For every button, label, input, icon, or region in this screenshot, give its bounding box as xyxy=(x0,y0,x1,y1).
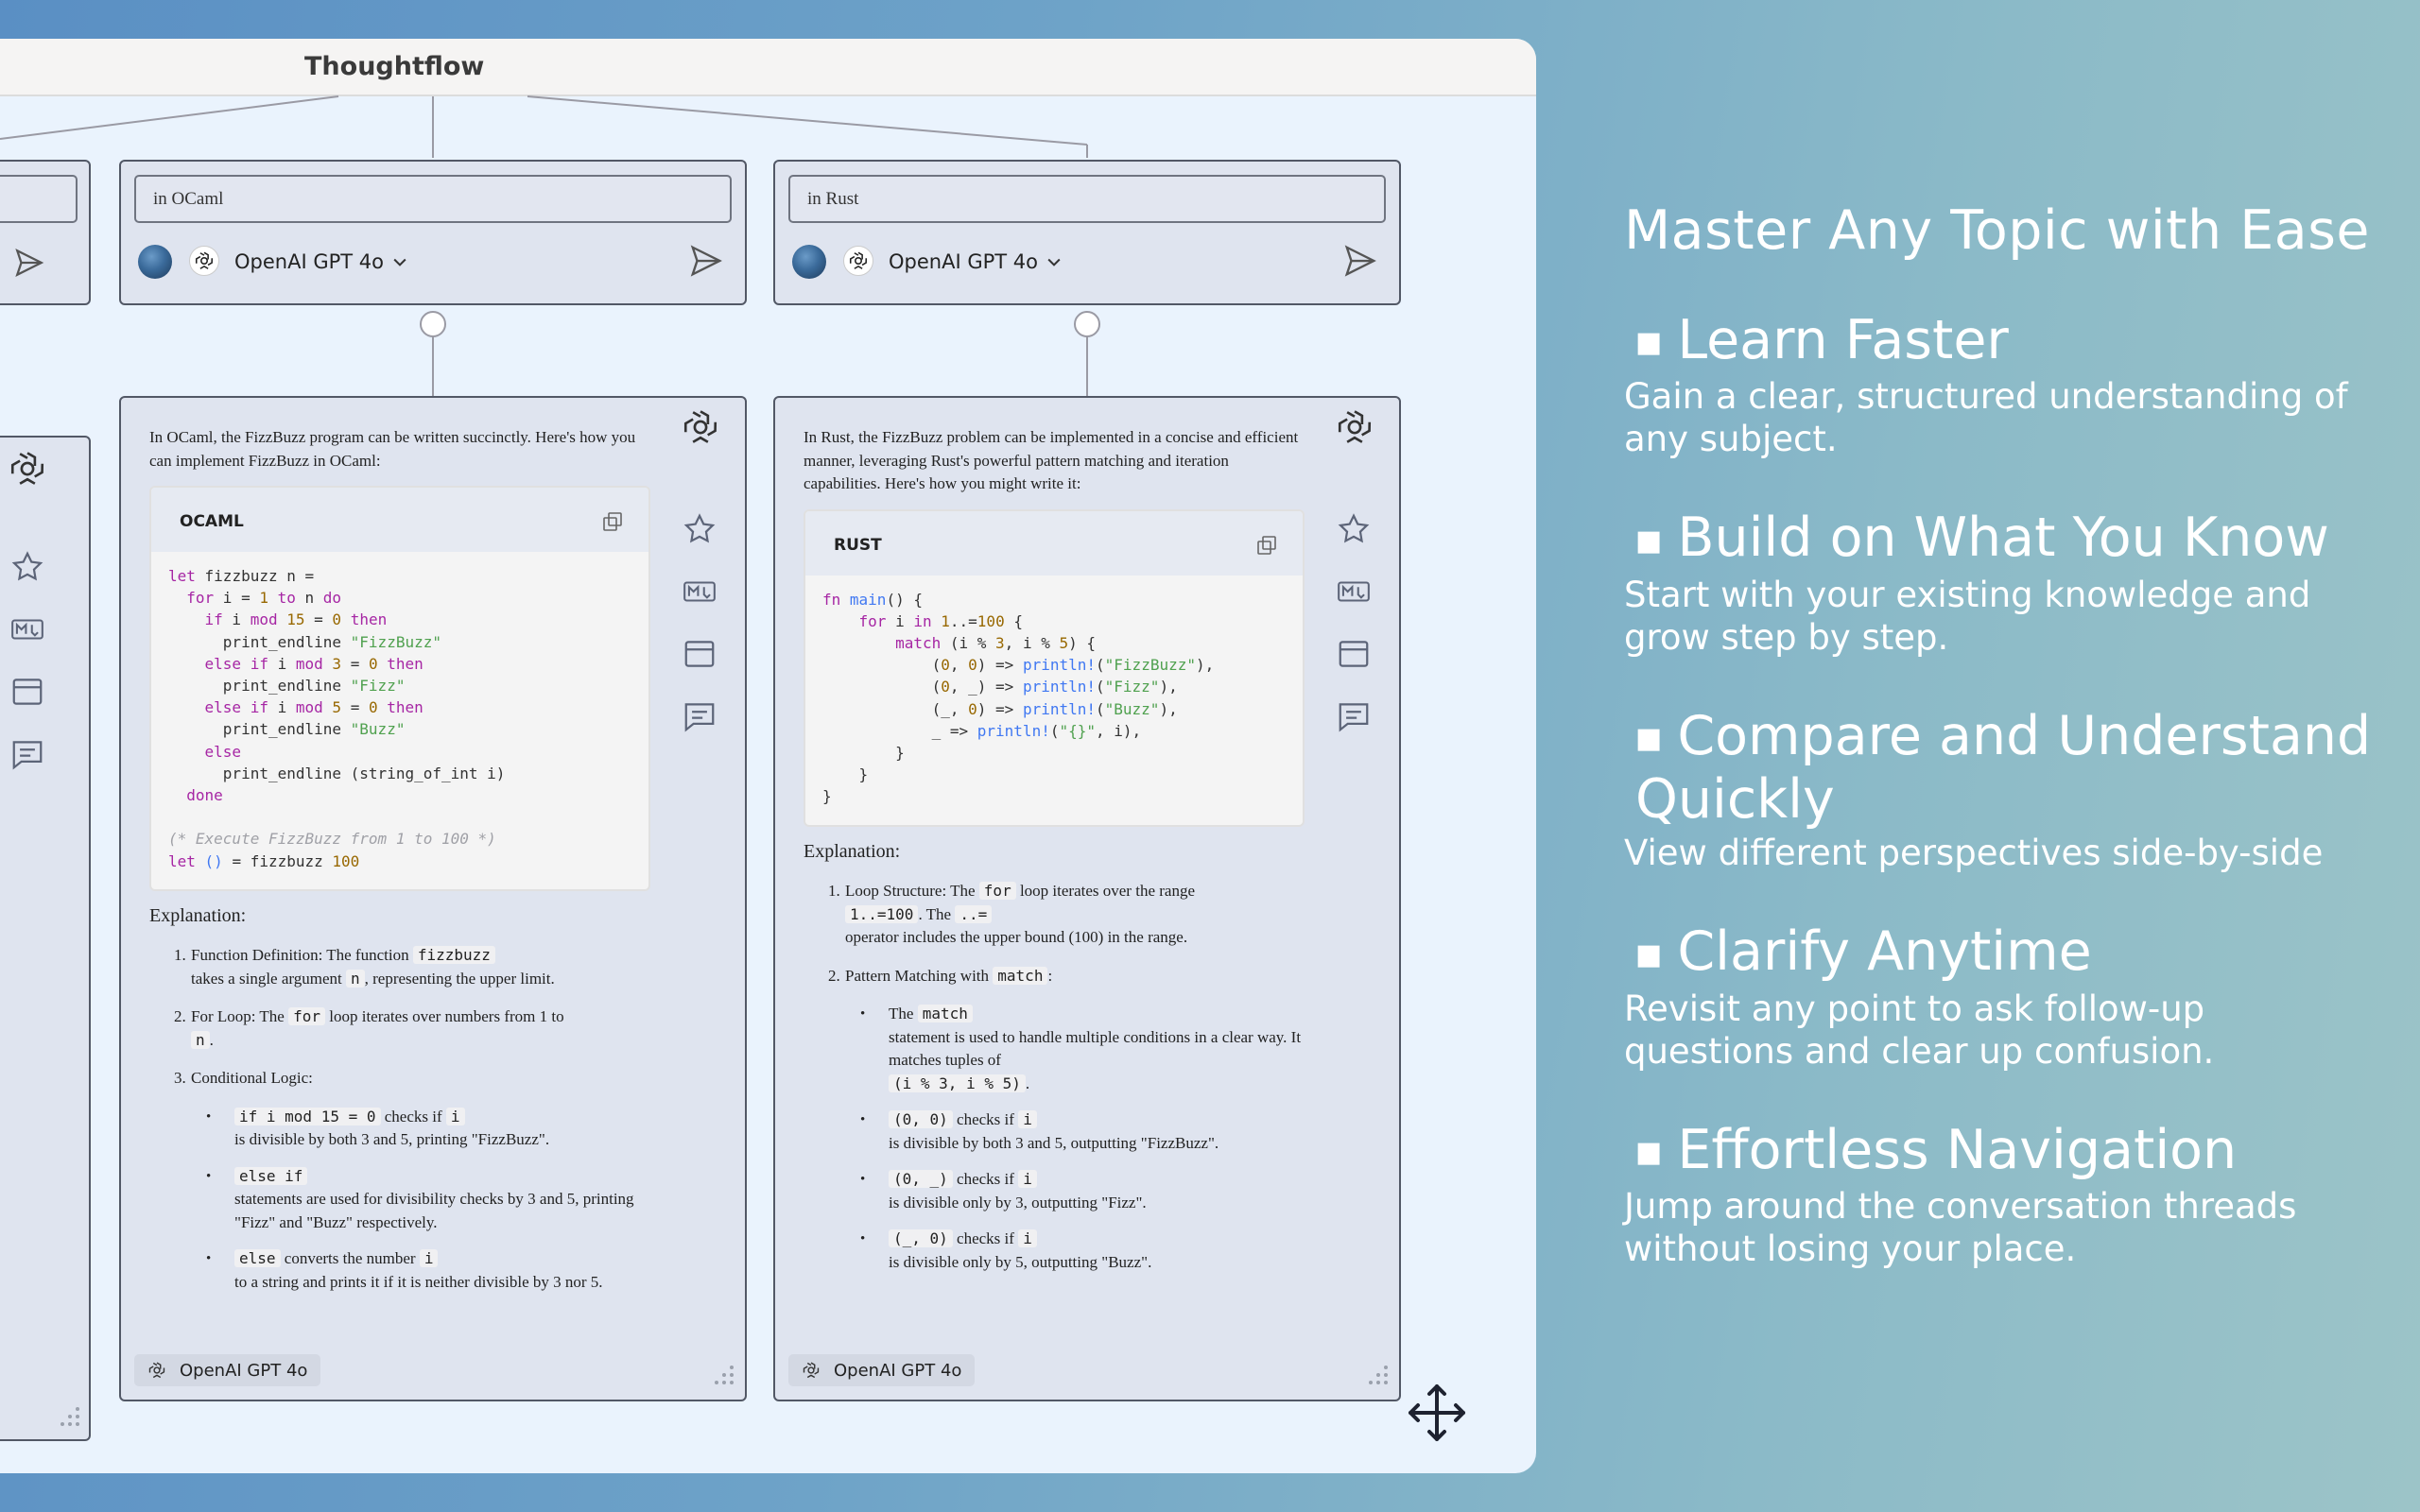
prompt-input[interactable]: in OCaml xyxy=(134,175,732,223)
openai-icon xyxy=(843,246,873,276)
list-item: • else if statements are used for divisib… xyxy=(206,1166,634,1231)
feature-description: Gain a clear, structured understanding o… xyxy=(1624,376,2348,460)
branch-node[interactable] xyxy=(1074,311,1100,337)
comment-icon[interactable] xyxy=(681,698,718,761)
app-window: Thoughtflow in OCaml OpenAI GPT 4o In OC… xyxy=(0,39,1536,1473)
star-icon[interactable] xyxy=(9,549,45,611)
resize-grip-icon[interactable] xyxy=(711,1362,735,1390)
list-item: • (0, _) checks if i is divisible only by… xyxy=(860,1170,1147,1211)
list-item: • if i mod 15 = 0 checks if i is divisibl… xyxy=(206,1107,550,1149)
code-content: let fizzbuzz n = for i = 1 to n do if i … xyxy=(168,567,506,870)
feature-item: ■ Build on What You Know Start with your … xyxy=(1624,507,2380,658)
openai-icon xyxy=(8,449,47,492)
code-block: RUST fn main() { for i in 1..=100 { matc… xyxy=(804,508,1305,827)
explanation-title: Explanation: xyxy=(149,904,247,926)
prompt-card-ocaml: in OCaml OpenAI GPT 4o xyxy=(119,160,747,305)
window-icon[interactable] xyxy=(9,674,45,736)
openai-icon xyxy=(147,1361,166,1380)
comment-icon[interactable] xyxy=(9,736,45,799)
window-icon[interactable] xyxy=(1335,636,1373,698)
feature-heading: Build on What You Know xyxy=(1677,507,2329,570)
avatar xyxy=(792,245,826,279)
list-item: • else converts the number i to a string … xyxy=(206,1249,603,1291)
code-language: OCAML xyxy=(180,512,244,531)
response-card-partial xyxy=(0,436,91,1441)
model-badge[interactable]: OpenAI GPT 4o xyxy=(134,1354,321,1386)
copy-icon[interactable] xyxy=(601,510,624,541)
copy-icon[interactable] xyxy=(1255,534,1278,564)
openai-icon xyxy=(681,407,720,451)
response-card-ocaml: In OCaml, the FizzBuzz program can be wr… xyxy=(119,396,747,1401)
feature-description: Revisit any point to ask follow-up quest… xyxy=(1624,988,2215,1072)
star-icon[interactable] xyxy=(1335,511,1373,574)
model-badge[interactable]: OpenAI GPT 4o xyxy=(788,1354,976,1386)
window-icon[interactable] xyxy=(681,636,718,698)
list-item: • The match statement is used to handle m… xyxy=(860,1005,1302,1092)
prompt-input[interactable]: in Rust xyxy=(788,175,1386,223)
send-icon[interactable] xyxy=(1342,243,1378,283)
prompt-card-rust: in Rust OpenAI GPT 4o xyxy=(773,160,1401,305)
sub-list: • The match statement is used to handle m… xyxy=(860,1003,1305,1274)
feature-item: ■ Clarify Anytime Revisit any point to as… xyxy=(1624,921,2380,1072)
send-icon[interactable] xyxy=(688,243,724,283)
explanation-list: 1. Function Definition: The function fiz… xyxy=(174,944,650,1294)
feature-description: Jump around the conversation threads wit… xyxy=(1624,1185,2297,1269)
feature-description: Start with your existing knowledge and g… xyxy=(1624,574,2311,658)
star-icon[interactable] xyxy=(681,511,718,574)
list-item: 2. Pattern Matching with match: xyxy=(828,966,1053,985)
explanation-title: Explanation: xyxy=(804,840,901,862)
model-selector[interactable]: OpenAI GPT 4o xyxy=(889,250,1038,273)
feature-description: View different perspectives side-by-side xyxy=(1624,833,2324,874)
response-intro: In OCaml, the FizzBuzz program can be wr… xyxy=(149,428,636,470)
chevron-down-icon[interactable] xyxy=(390,252,409,275)
feature-item: ■ Learn Faster Gain a clear, structured u… xyxy=(1624,310,2380,460)
feature-heading: Effortless Navigation xyxy=(1677,1118,2238,1181)
chevron-down-icon[interactable] xyxy=(1045,252,1063,275)
markdown-icon[interactable] xyxy=(1335,574,1373,636)
feature-item: ■ Compare and Understand Quickly View dif… xyxy=(1624,706,2380,874)
feature-item: ■ Effortless Navigation Jump around the c… xyxy=(1624,1120,2380,1270)
openai-icon xyxy=(1335,407,1374,451)
prompt-card-partial xyxy=(0,160,91,305)
sub-list: • if i mod 15 = 0 checks if i is divisibl… xyxy=(206,1106,650,1295)
code-block: OCAML let fizzbuzz n = for i = 1 to n do… xyxy=(149,486,650,891)
avatar xyxy=(138,245,172,279)
markdown-icon[interactable] xyxy=(9,611,45,674)
send-icon[interactable] xyxy=(13,247,45,283)
model-selector[interactable]: OpenAI GPT 4o xyxy=(234,250,384,273)
response-card-rust: In Rust, the FizzBuzz problem can be imp… xyxy=(773,396,1401,1401)
feature-heading: Clarify Anytime xyxy=(1677,920,2092,984)
resize-grip-icon[interactable] xyxy=(57,1403,81,1432)
resize-grip-icon[interactable] xyxy=(1365,1362,1390,1390)
list-item: 2. For Loop: The for loop iterates over … xyxy=(174,1007,564,1049)
feature-heading: Learn Faster xyxy=(1677,309,2009,371)
list-item: 3. Conditional Logic: xyxy=(174,1069,313,1088)
marketing-title: Master Any Topic with Ease xyxy=(1624,199,2370,262)
list-item: 1. Function Definition: The function fiz… xyxy=(174,946,555,988)
marketing-panel: Master Any Topic with Ease ■ Learn Faster… xyxy=(1624,198,2380,1270)
list-item: • (_, 0) checks if i is divisible only by… xyxy=(860,1229,1152,1271)
explanation-list: 1. Loop Structure: The for loop iterates… xyxy=(828,880,1305,1274)
code-language: RUST xyxy=(834,535,882,555)
comment-icon[interactable] xyxy=(1335,698,1373,761)
list-item: 1. Loop Structure: The for loop iterates… xyxy=(828,882,1195,947)
response-intro: In Rust, the FizzBuzz problem can be imp… xyxy=(804,428,1299,492)
prompt-input[interactable] xyxy=(0,175,78,223)
code-content: fn main() { for i in 1..=100 { match (i … xyxy=(822,590,1215,806)
branch-node[interactable] xyxy=(420,311,446,337)
feature-heading: Compare and Understand Quickly xyxy=(1635,704,2372,832)
openai-icon xyxy=(189,246,219,276)
openai-icon xyxy=(802,1361,821,1380)
list-item: • (0, 0) checks if i is divisible by both… xyxy=(860,1110,1219,1152)
markdown-icon[interactable] xyxy=(681,574,718,636)
move-icon[interactable] xyxy=(1407,1383,1467,1447)
